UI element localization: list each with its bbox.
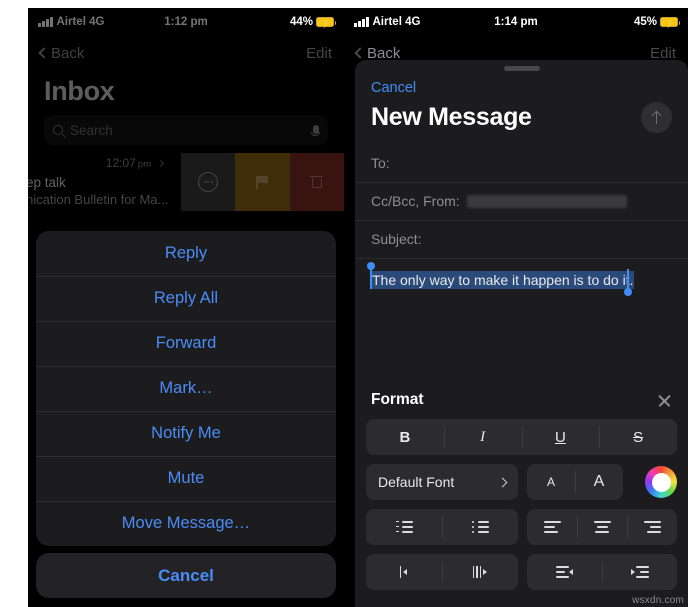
action-reply-all[interactable]: Reply All (36, 276, 336, 321)
right-status-bar: Airtel 4G 1:14 pm 45% ⚡ (344, 8, 688, 36)
signal-bars-icon (354, 17, 369, 27)
action-sheet-cancel-button[interactable]: Cancel (36, 553, 336, 598)
decrease-indent-icon (556, 566, 573, 579)
font-segment: Default Font (366, 464, 518, 500)
battery-percent-label: 44% (289, 16, 313, 28)
bulleted-list-button[interactable] (442, 509, 518, 545)
screenshot-root: Airtel 4G 1:12 pm 44% ⚡ Back Edit Inbox … (0, 0, 688, 607)
ccbcc-label: Cc/Bcc, From: (371, 193, 460, 209)
battery-charging-icon: ⚡ (660, 17, 680, 28)
indent-row (366, 554, 677, 590)
list-align-row (366, 509, 677, 545)
indent-marker-left-icon (396, 566, 413, 579)
arrow-up-icon (651, 110, 662, 124)
increase-font-size-button[interactable]: A (575, 464, 623, 500)
align-left-button[interactable] (527, 509, 577, 545)
list-segment (366, 509, 518, 545)
format-panel: Format B I U S Default Font A A wsxdn.co… (355, 379, 688, 607)
action-forward[interactable]: Forward (36, 321, 336, 366)
to-label: To: (371, 155, 390, 171)
to-field[interactable]: To: (355, 145, 688, 183)
action-reply[interactable]: Reply (36, 231, 336, 276)
decrease-indent-button[interactable] (527, 554, 602, 590)
decrease-font-size-button[interactable]: A (527, 464, 575, 500)
chevron-left-icon (354, 47, 366, 59)
action-move-message[interactable]: Move Message… (36, 501, 336, 546)
right-phone-screenshot: Airtel 4G 1:14 pm 45% ⚡ Back Edit Cancel… (344, 8, 688, 607)
subject-label: Subject: (371, 231, 422, 247)
new-message-sheet: Cancel New Message To: Cc/Bcc, From: Sub… (355, 60, 688, 607)
increase-indent-icon (631, 566, 649, 579)
right-status-battery-group: 45% ⚡ (633, 16, 680, 28)
indent-action-segment (527, 554, 677, 590)
align-left-icon (543, 521, 561, 534)
numbered-list-icon (395, 521, 413, 534)
redacted-email-value (466, 194, 627, 208)
strikethrough-button[interactable]: S (599, 419, 677, 455)
edit-button-behind[interactable]: Edit (650, 45, 676, 62)
composer-title-row: New Message (355, 96, 688, 145)
back-button-behind[interactable]: Back (354, 44, 401, 62)
chevron-right-icon (497, 477, 508, 487)
selected-body-text[interactable]: The only way to make it happen is to do … (371, 270, 635, 289)
selection-handle-end[interactable] (624, 268, 632, 296)
selection-handle-start[interactable] (367, 261, 375, 289)
text-style-segment: B I U S (366, 419, 677, 455)
align-right-icon (643, 521, 661, 534)
italic-button[interactable]: I (443, 419, 522, 455)
font-name-label: Default Font (378, 474, 455, 490)
font-size-segment: A A (527, 464, 623, 500)
indent-marker-left-button[interactable] (366, 554, 442, 590)
action-notify-me[interactable]: Notify Me (36, 411, 336, 456)
text-style-row: B I U S (366, 419, 677, 455)
format-panel-title: Format (371, 391, 424, 408)
font-row: Default Font A A (366, 464, 677, 500)
carrier-label: Airtel 4G (372, 16, 421, 28)
align-center-button[interactable] (577, 509, 627, 545)
indent-marker-segment (366, 554, 518, 590)
bold-button[interactable]: B (366, 419, 444, 455)
left-status-battery-group: 44% ⚡ (289, 16, 336, 28)
action-mark[interactable]: Mark… (36, 366, 336, 411)
composer-title: New Message (371, 102, 532, 131)
increase-indent-button[interactable] (602, 554, 677, 590)
watermark: wsxdn.com (632, 595, 684, 606)
numbered-list-button[interactable] (366, 509, 442, 545)
battery-percent-label: 45% (633, 16, 657, 28)
color-picker-wheel-icon[interactable] (645, 466, 677, 498)
alignment-segment (527, 509, 677, 545)
indent-marker-right-icon (472, 566, 489, 579)
back-label: Back (367, 44, 401, 62)
action-sheet-items: Reply Reply All Forward Mark… Notify Me … (36, 231, 336, 546)
subject-field[interactable]: Subject: (355, 221, 688, 259)
align-center-icon (593, 521, 611, 534)
format-panel-header: Format (366, 379, 677, 419)
left-phone-screenshot: Airtel 4G 1:12 pm 44% ⚡ Back Edit Inbox … (28, 8, 344, 607)
indent-marker-right-button[interactable] (442, 554, 518, 590)
align-right-button[interactable] (627, 509, 677, 545)
underline-button[interactable]: U (521, 419, 600, 455)
action-sheet: Reply Reply All Forward Mark… Notify Me … (36, 231, 336, 598)
battery-charging-icon: ⚡ (316, 17, 336, 28)
bulleted-list-icon (471, 520, 489, 534)
font-picker-button[interactable]: Default Font (366, 464, 518, 500)
close-icon[interactable] (657, 393, 672, 408)
message-body[interactable]: The only way to make it happen is to do … (355, 259, 688, 359)
send-button[interactable] (641, 101, 672, 133)
right-status-carrier-group: Airtel 4G (354, 16, 420, 28)
composer-cancel-button[interactable]: Cancel (355, 71, 688, 96)
ccbcc-from-field[interactable]: Cc/Bcc, From: (355, 183, 688, 221)
action-mute[interactable]: Mute (36, 456, 336, 501)
